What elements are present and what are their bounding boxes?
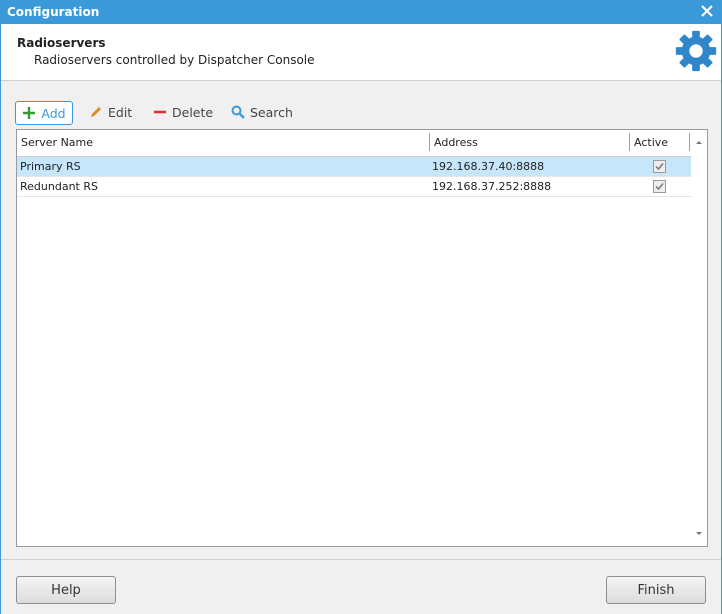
close-icon[interactable] [699, 3, 715, 19]
footer: Help Finish [1, 559, 721, 614]
edit-label: Edit [108, 104, 133, 120]
scroll-up-icon[interactable] [691, 134, 707, 150]
help-button[interactable]: Help [16, 576, 116, 604]
finish-button[interactable]: Finish [606, 576, 706, 604]
scroll-down-icon[interactable] [691, 526, 707, 542]
address-cell: 192.168.37.40:8888 [432, 160, 545, 173]
column-divider[interactable] [689, 133, 690, 151]
table-row[interactable]: Primary RS 192.168.37.40:8888 [17, 157, 691, 177]
page-title: Radioservers [17, 36, 106, 50]
search-label: Search [250, 104, 293, 120]
add-button[interactable]: Add [15, 101, 73, 125]
magnifier-icon [231, 105, 245, 119]
vertical-scrollbar[interactable] [691, 130, 707, 546]
table-header: Server Name Address Active [17, 130, 691, 157]
delete-button[interactable]: Delete [153, 101, 213, 123]
checkbox-checked-icon [655, 163, 664, 171]
minus-icon [154, 110, 166, 114]
address-cell: 192.168.37.252:8888 [432, 180, 552, 193]
delete-label: Delete [172, 104, 214, 120]
server-name-cell: Redundant RS [20, 180, 98, 193]
title-bar: Configuration [1, 1, 721, 24]
edit-button[interactable]: Edit [89, 101, 132, 123]
plus-icon [23, 107, 36, 119]
server-name-cell: Primary RS [20, 160, 81, 173]
configuration-window: Configuration Radioservers Radioservers … [0, 0, 722, 614]
radioservers-table: Server Name Address Active Primary RS 19… [16, 129, 708, 547]
column-divider[interactable] [629, 133, 630, 151]
page-subtitle: Radioservers controlled by Dispatcher Co… [34, 53, 315, 67]
gear-icon [675, 30, 717, 72]
column-address[interactable]: Address [434, 136, 478, 149]
column-active[interactable]: Active [634, 136, 668, 149]
column-server-name[interactable]: Server Name [21, 136, 93, 149]
page-header: Radioservers Radioservers controlled by … [1, 24, 721, 81]
window-title: Configuration [7, 5, 100, 19]
active-checkbox[interactable] [653, 180, 666, 193]
active-checkbox[interactable] [653, 160, 666, 173]
pencil-icon [91, 107, 101, 117]
checkbox-checked-icon [655, 183, 664, 191]
table-row[interactable]: Redundant RS 192.168.37.252:8888 [17, 177, 691, 197]
column-divider[interactable] [429, 133, 430, 151]
search-button[interactable]: Search [231, 101, 293, 123]
add-label: Add [41, 105, 66, 121]
